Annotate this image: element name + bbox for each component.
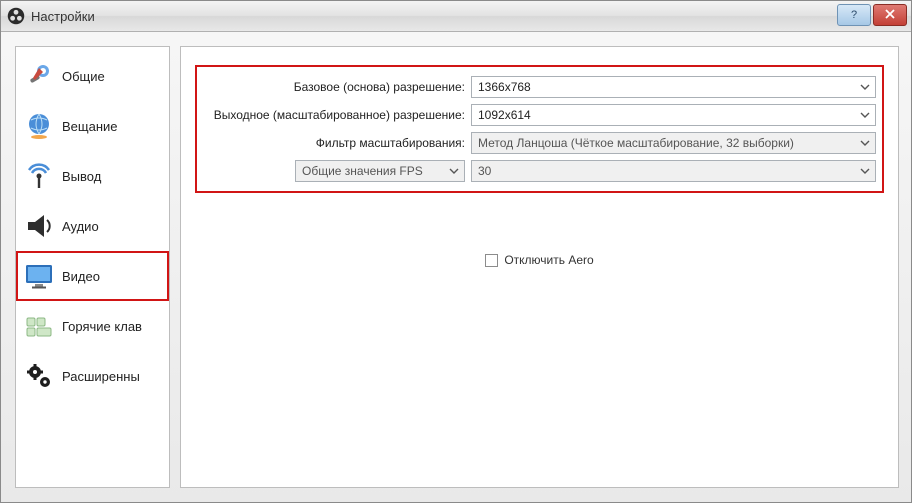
sidebar-item-label: Общие (62, 69, 105, 84)
sidebar-item-video[interactable]: Видео (16, 251, 169, 301)
sidebar-item-label: Вещание (62, 119, 118, 134)
monitor-icon (22, 259, 56, 293)
disable-aero-checkbox[interactable] (485, 254, 498, 267)
downscale-filter-row: Фильтр масштабирования: Метод Ланцоша (Ч… (203, 129, 876, 157)
antenna-icon (22, 159, 56, 193)
window-buttons: ? (837, 4, 907, 26)
chevron-down-icon (858, 108, 872, 122)
fps-type-value: Общие значения FPS (302, 164, 423, 178)
help-button[interactable]: ? (837, 4, 871, 26)
fps-value-combo[interactable]: 30 (471, 160, 876, 182)
fps-value: 30 (478, 164, 491, 178)
content-panel: Базовое (основа) разрешение: 1366x768 Вы… (180, 46, 899, 488)
disable-aero-row: Отключить Aero (195, 253, 884, 267)
disable-aero-label: Отключить Aero (504, 253, 593, 267)
chevron-down-icon (858, 80, 872, 94)
gears-icon (22, 359, 56, 393)
keyboard-icon (22, 309, 56, 343)
sidebar-item-label: Вывод (62, 169, 101, 184)
sidebar-item-hotkeys[interactable]: Горячие клав (16, 301, 169, 351)
sidebar-item-label: Видео (62, 269, 100, 284)
sidebar-item-output[interactable]: Вывод (16, 151, 169, 201)
speaker-icon (22, 209, 56, 243)
output-resolution-value: 1092x614 (478, 108, 531, 122)
base-resolution-label: Базовое (основа) разрешение: (203, 80, 471, 94)
settings-window: Настройки ? (0, 0, 912, 503)
close-button[interactable] (873, 4, 907, 26)
sidebar-item-advanced[interactable]: Расширенны (16, 351, 169, 401)
chevron-down-icon (858, 164, 872, 178)
base-resolution-value: 1366x768 (478, 80, 531, 94)
close-icon (885, 9, 895, 22)
titlebar: Настройки ? (1, 1, 911, 32)
output-resolution-combo[interactable]: 1092x614 (471, 104, 876, 126)
sidebar-item-stream[interactable]: Вещание (16, 101, 169, 151)
sidebar-item-label: Горячие клав (62, 319, 142, 334)
sidebar-item-label: Расширенны (62, 369, 140, 384)
base-resolution-row: Базовое (основа) разрешение: 1366x768 (203, 73, 876, 101)
downscale-filter-label: Фильтр масштабирования: (203, 136, 471, 150)
globe-icon (22, 109, 56, 143)
sidebar: Общие Вещание (15, 46, 170, 488)
chevron-down-icon (858, 136, 872, 150)
sidebar-item-general[interactable]: Общие (16, 51, 169, 101)
chevron-down-icon (447, 164, 461, 178)
output-resolution-label: Выходное (масштабированное) разрешение: (203, 108, 471, 122)
base-resolution-combo[interactable]: 1366x768 (471, 76, 876, 98)
wrench-icon (22, 59, 56, 93)
window-title: Настройки (31, 9, 95, 24)
output-resolution-row: Выходное (масштабированное) разрешение: … (203, 101, 876, 129)
window-body: Общие Вещание (1, 32, 911, 502)
downscale-filter-combo[interactable]: Метод Ланцоша (Чёткое масштабирование, 3… (471, 132, 876, 154)
help-icon: ? (851, 9, 857, 21)
app-icon (7, 7, 25, 25)
sidebar-item-label: Аудио (62, 219, 99, 234)
fps-type-combo[interactable]: Общие значения FPS (295, 160, 465, 182)
fps-row: Общие значения FPS 30 (203, 157, 876, 185)
sidebar-item-audio[interactable]: Аудио (16, 201, 169, 251)
downscale-filter-value: Метод Ланцоша (Чёткое масштабирование, 3… (478, 136, 794, 150)
highlighted-form-area: Базовое (основа) разрешение: 1366x768 Вы… (195, 65, 884, 193)
